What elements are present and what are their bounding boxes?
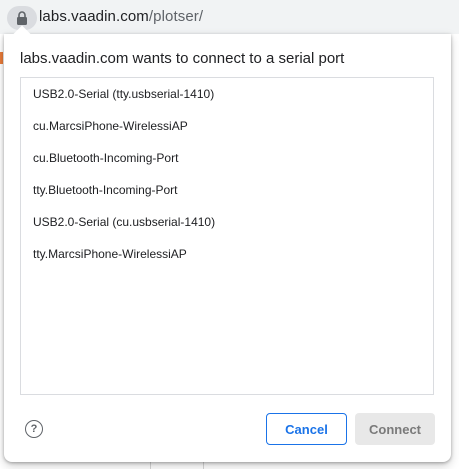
url-path: /plotser/	[148, 8, 204, 25]
address-bar: labs.vaadin.com/plotser/	[0, 0, 459, 34]
port-item[interactable]: USB2.0-Serial (cu.usbserial-1410)	[21, 206, 433, 238]
port-item[interactable]: USB2.0-Serial (tty.usbserial-1410)	[21, 78, 433, 110]
port-item[interactable]: cu.MarcsiPhone-WirelessiAP	[21, 110, 433, 142]
port-list[interactable]: USB2.0-Serial (tty.usbserial-1410) cu.Ma…	[20, 77, 434, 395]
dialog-title: labs.vaadin.com wants to connect to a se…	[20, 50, 345, 67]
port-item[interactable]: cu.Bluetooth-Incoming-Port	[21, 142, 433, 174]
serial-port-dialog: labs.vaadin.com wants to connect to a se…	[4, 25, 451, 462]
port-item[interactable]: tty.Bluetooth-Incoming-Port	[21, 174, 433, 206]
connect-button[interactable]: Connect	[355, 413, 435, 445]
help-icon[interactable]: ?	[25, 420, 43, 438]
cancel-button[interactable]: Cancel	[266, 413, 347, 445]
help-glyph: ?	[30, 422, 38, 435]
page-accent-mark	[0, 52, 3, 64]
url-field[interactable]: labs.vaadin.com/plotser/	[39, 8, 203, 25]
url-host: labs.vaadin.com	[39, 8, 149, 25]
port-item[interactable]: tty.MarcsiPhone-WirelessiAP	[21, 238, 433, 270]
lock-icon	[17, 11, 27, 25]
